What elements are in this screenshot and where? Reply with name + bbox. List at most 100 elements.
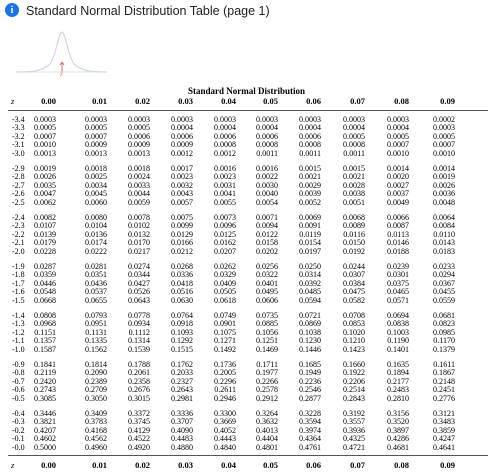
table-cell: 0.0066: [387, 213, 409, 222]
z-value: -0.9: [12, 360, 25, 369]
table-cell: 0.2327: [171, 376, 193, 386]
z-value: -0.6: [12, 385, 25, 395]
table-cell: 0.0495: [256, 287, 278, 297]
table-cell: 0.0250: [299, 262, 321, 271]
table-cell: 0.1539: [128, 344, 150, 354]
z-value: -1.8: [12, 270, 25, 280]
table-cell: 0.3336: [171, 409, 193, 418]
table-cell: 0.0013: [34, 148, 56, 158]
table-cell: 0.0009: [128, 140, 150, 150]
table-cell: 0.0044: [128, 189, 150, 199]
table-cell: 0.0694: [387, 311, 409, 320]
table-cell: 0.1685: [299, 360, 321, 369]
table-cell: 0.4483: [171, 434, 193, 444]
table-cell: 0.4920: [128, 442, 150, 452]
z-value: -3.1: [12, 140, 25, 150]
table-cell: 0.0239: [387, 262, 409, 271]
table-cell: 0.0951: [85, 319, 107, 329]
table-cell: 0.0017: [171, 164, 193, 173]
table-cell: 0.0375: [387, 278, 409, 288]
table-cell: 0.1335: [85, 336, 107, 346]
table-cell: 0.0918: [171, 319, 193, 329]
table-cell: 0.0436: [85, 278, 107, 288]
table-cell: 0.3897: [387, 425, 409, 435]
table-cell: 0.0080: [85, 213, 107, 222]
column-footer: 0.05: [263, 460, 278, 470]
table-cell: 0.0294: [433, 270, 455, 280]
table-cell: 0.0012: [214, 148, 236, 158]
column-footer: 0.01: [92, 460, 107, 470]
table-cell: 0.0091: [299, 221, 321, 231]
z-value: -2.3: [12, 221, 25, 231]
table-cell: 0.0322: [256, 270, 278, 280]
table-cell: 0.1611: [433, 360, 455, 369]
z-value: -0.7: [12, 376, 25, 386]
table-cell: 0.0359: [34, 270, 56, 280]
z-value: -3.0: [12, 148, 25, 158]
table-cell: 0.0078: [128, 213, 150, 222]
table-cell: 0.0129: [171, 229, 193, 239]
table-cell: 0.3121: [433, 409, 455, 418]
z-value: -0.5: [12, 393, 25, 403]
table-cell: 0.0202: [256, 246, 278, 256]
table-cell: 0.0125: [214, 229, 236, 239]
table-cell: 0.1314: [128, 336, 150, 346]
table-cell: 0.0096: [214, 221, 236, 231]
table-cell: 0.2676: [128, 385, 150, 395]
table-cell: 0.0793: [85, 311, 107, 320]
window-title: Standard Normal Distribution Table (page…: [26, 4, 270, 18]
table-cell: 0.0011: [299, 148, 321, 158]
table-cell: 0.2514: [343, 385, 365, 395]
table-cell: 0.0049: [387, 197, 409, 207]
table-cell: 0.0154: [299, 238, 321, 248]
table-cell: 0.4247: [433, 434, 455, 444]
table-cell: 0.1271: [214, 336, 236, 346]
info-icon[interactable]: i: [5, 3, 19, 17]
table-cell: 0.0040: [256, 189, 278, 199]
table-cell: 0.4880: [171, 442, 193, 452]
table-cell: 0.0032: [171, 180, 193, 190]
table-cell: 0.3050: [85, 393, 107, 403]
table-cell: 0.2236: [299, 376, 321, 386]
table-cell: 0.4801: [256, 442, 278, 452]
table-cell: 0.0071: [256, 213, 278, 222]
table-cell: 0.0075: [171, 213, 193, 222]
table-cell: 0.0179: [34, 238, 56, 248]
z-value: -1.1: [12, 336, 25, 346]
table-cell: 0.2546: [299, 385, 321, 395]
table-cell: 0.2776: [433, 393, 455, 403]
table-cell: 0.1814: [85, 360, 107, 369]
z-value: -1.5: [12, 295, 25, 305]
table-cell: 0.0287: [34, 262, 56, 271]
table-cell: 0.1075: [214, 327, 236, 337]
table-cell: 0.0018: [128, 164, 150, 173]
table-cell: 0.4602: [34, 434, 56, 444]
table-cell: 0.1736: [214, 360, 236, 369]
table-cell: 0.0021: [343, 172, 365, 182]
table-cell: 0.4404: [256, 434, 278, 444]
table-cell: 0.0446: [34, 278, 56, 288]
table-cell: 0.1635: [387, 360, 409, 369]
table-cell: 0.0003: [256, 115, 278, 124]
column-header: 0.07: [350, 96, 365, 106]
table-cell: 0.4721: [343, 442, 365, 452]
table-cell: 0.0256: [256, 262, 278, 271]
table-cell: 0.4168: [85, 425, 107, 435]
z-value: -2.1: [12, 238, 25, 248]
table-cell: 0.1660: [343, 360, 365, 369]
table-cell: 0.1401: [387, 344, 409, 354]
table-cell: 0.2296: [214, 376, 236, 386]
table-cell: 0.4641: [433, 442, 455, 452]
table-cell: 0.0055: [214, 197, 236, 207]
table-cell: 0.0023: [171, 172, 193, 182]
table-cell: 0.4522: [128, 434, 150, 444]
table-cell: 0.0082: [34, 213, 56, 222]
table-cell: 0.0367: [433, 278, 455, 288]
table-cell: 0.0559: [433, 295, 455, 305]
z-value: -0.2: [12, 425, 25, 435]
table-cell: 0.0006: [171, 131, 193, 141]
table-cell: 0.0010: [34, 140, 56, 150]
table-cell: 0.2946: [214, 393, 236, 403]
table-cell: 0.0132: [128, 229, 150, 239]
table-cell: 0.3632: [256, 417, 278, 427]
